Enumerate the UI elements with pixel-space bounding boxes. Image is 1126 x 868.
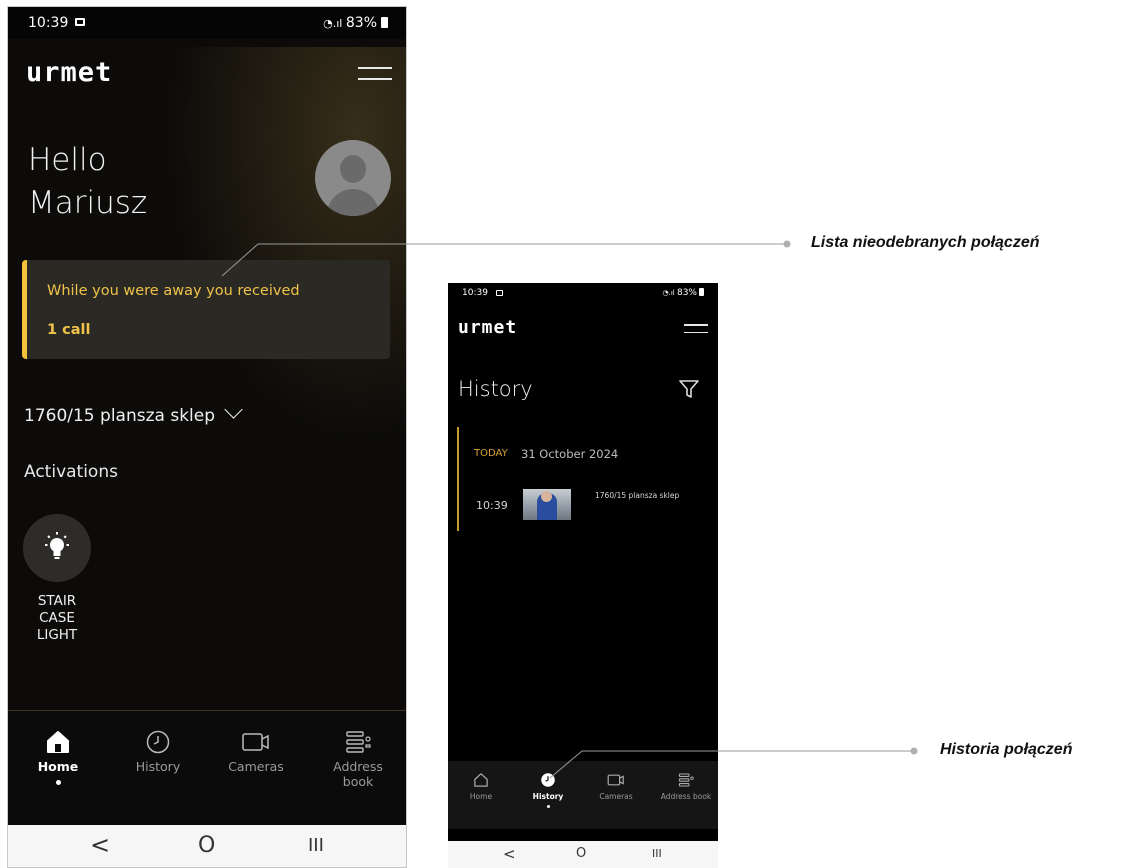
callout-lines xyxy=(221,240,918,779)
callout-line-missed xyxy=(221,243,785,277)
callout-history: Historia połączeń xyxy=(940,741,1073,758)
callout-missed-calls: Lista nieodebranych połączeń xyxy=(811,234,1040,251)
callout-dot-history xyxy=(910,747,918,755)
callout-line-history xyxy=(549,750,912,779)
callout-dot-missed xyxy=(783,240,791,248)
